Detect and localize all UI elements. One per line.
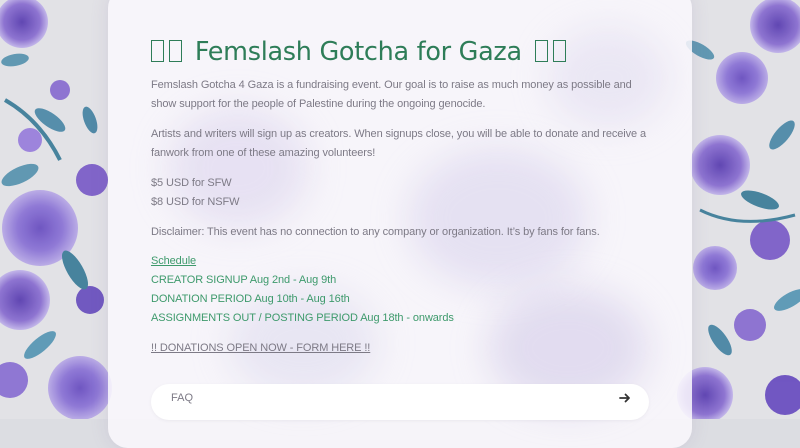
schedule-link[interactable]: Schedule [151,252,196,271]
signup-paragraph: Artists and writers will sign up as crea… [151,128,647,159]
page-title: Femslash Gotcha for Gaza [151,35,651,69]
main-content: Femslash Gotcha for Gaza Femslash Gotcha… [151,35,651,354]
content-card: Femslash Gotcha for Gaza Femslash Gotcha… [108,0,692,448]
missing-glyph-icon [534,40,548,62]
schedule-item-creator-signup: CREATOR SIGNUP Aug 2nd - Aug 9th [151,274,337,286]
price-nsfw: $8 USD for NSFW [151,196,240,208]
page-title-text: Femslash Gotcha for Gaza [194,37,522,67]
missing-glyph-icon [552,40,566,62]
price-sfw: $5 USD for SFW [151,177,232,189]
schedule-item-donation-period: DONATION PERIOD Aug 10th - Aug 16th [151,293,350,305]
missing-glyph-icon [151,40,164,62]
intro-paragraph: Femslash Gotcha 4 Gaza is a fundraising … [151,79,632,110]
schedule-item-assignments: ASSIGNMENTS OUT / POSTING PERIOD Aug 18t… [151,312,454,324]
arrow-right-icon [619,393,630,403]
missing-glyph-icon [169,40,182,62]
faq-label: FAQ [171,392,194,404]
disclaimer-text: Disclaimer: This event has no connection… [151,226,600,238]
faq-button[interactable]: FAQ [151,384,649,420]
donation-form-link[interactable]: !! DONATIONS OPEN NOW - FORM HERE !! [151,339,370,358]
